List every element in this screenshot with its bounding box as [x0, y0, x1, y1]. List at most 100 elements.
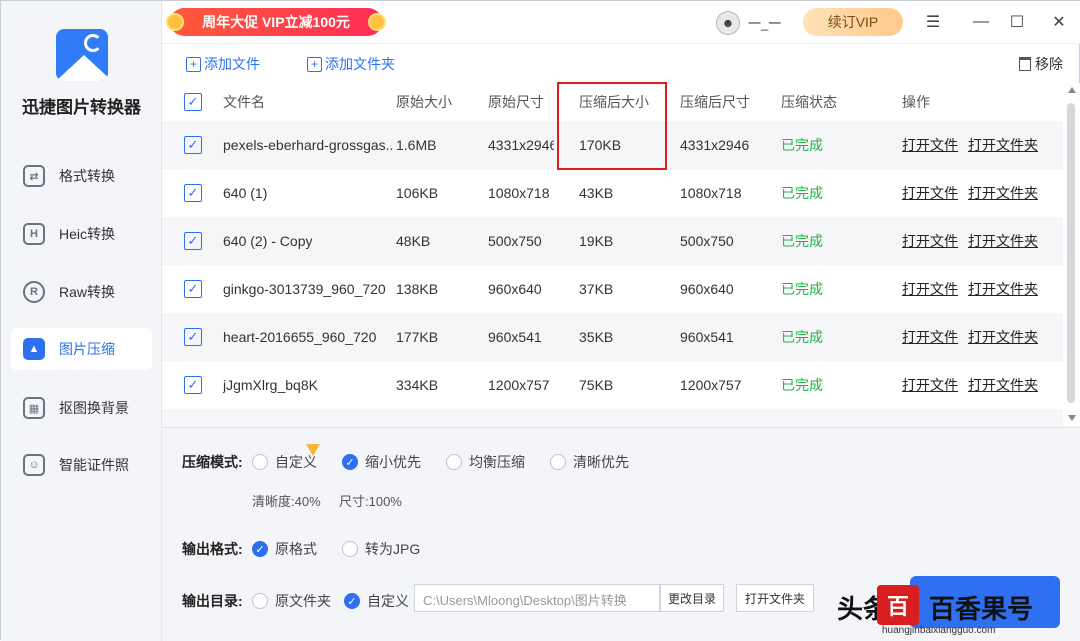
option-label: 原文件夹: [275, 593, 331, 609]
scroll-up-icon[interactable]: [1068, 87, 1076, 93]
new-size: 19KB: [579, 233, 614, 249]
radio-checked-icon: ✓: [342, 454, 358, 470]
mode-option-clarity[interactable]: 清晰优先: [550, 452, 629, 472]
open-file-link[interactable]: 打开文件: [902, 279, 958, 299]
file-name: ginkgo-3013739_960_720: [223, 281, 386, 297]
open-folder-link[interactable]: 打开文件夹: [968, 375, 1038, 395]
size-value: 尺寸:100%: [339, 494, 402, 509]
table-row[interactable]: ✓ ginkgo-3013739_960_720 138KB 960x640 3…: [162, 265, 1063, 313]
open-folder-link[interactable]: 打开文件夹: [968, 183, 1038, 203]
output-path-field[interactable]: C:\Users\Mloong\Desktop\图片转换: [414, 584, 660, 612]
row-checkbox[interactable]: ✓: [184, 280, 202, 298]
open-file-link[interactable]: 打开文件: [902, 183, 958, 203]
add-file-icon: +: [186, 56, 201, 72]
maximize-icon[interactable]: ☐: [1006, 11, 1028, 33]
clarity-value: 清晰度:40%: [252, 494, 321, 509]
change-dir-button[interactable]: 更改目录: [660, 584, 724, 612]
format-convert-icon: ⇄: [23, 165, 45, 187]
sidebar-item-format-convert[interactable]: ⇄ 格式转换: [11, 155, 152, 197]
open-file-link[interactable]: 打开文件: [902, 327, 958, 347]
header-orig-size: 原始大小: [396, 94, 452, 110]
table-row[interactable]: ✓ jJgmXlrg_bq8K 334KB 1200x757 75KB 1200…: [162, 361, 1063, 409]
open-folder-link[interactable]: 打开文件夹: [968, 231, 1038, 251]
open-folder-link[interactable]: 打开文件夹: [968, 279, 1038, 299]
mode-option-custom[interactable]: 自定义: [252, 444, 320, 472]
header-orig-dim: 原始尺寸: [488, 94, 544, 110]
remove-label: 移除: [1035, 56, 1063, 72]
status-badge: 已完成: [781, 137, 823, 153]
promo-banner[interactable]: 周年大促 VIP立减100元: [166, 8, 386, 36]
sidebar-item-image-compress[interactable]: ▲ 图片压缩: [11, 328, 152, 370]
sidebar-item-heic-convert[interactable]: H Heic转换: [11, 213, 152, 255]
output-option-original-folder[interactable]: 原文件夹: [252, 591, 331, 611]
sidebar-item-raw-convert[interactable]: R Raw转换: [11, 271, 152, 313]
option-label: 原格式: [275, 541, 317, 557]
mode-option-balanced[interactable]: 均衡压缩: [446, 452, 525, 472]
username[interactable]: 一_一: [748, 13, 781, 32]
open-folder-link[interactable]: 打开文件夹: [968, 135, 1038, 155]
output-label: 输出目录:: [182, 593, 243, 609]
new-size: 35KB: [579, 329, 614, 345]
radio-checked-icon: ✓: [252, 541, 268, 557]
sidebar-item-cutout[interactable]: ▦ 抠图换背景: [11, 387, 152, 429]
option-label: 缩小优先: [365, 454, 421, 470]
table-row[interactable]: [162, 409, 1063, 427]
minimize-icon[interactable]: —: [970, 11, 992, 33]
row-checkbox[interactable]: ✓: [184, 328, 202, 346]
new-dim: 1080x718: [680, 185, 742, 201]
sidebar-item-label: 格式转换: [59, 168, 115, 184]
radio-icon: [446, 454, 462, 470]
scroll-down-icon[interactable]: [1068, 415, 1076, 421]
format-option-jpg[interactable]: 转为JPG: [342, 539, 420, 559]
sidebar-item-label: 图片压缩: [59, 341, 115, 357]
orig-size: 138KB: [396, 281, 439, 297]
orig-dim: 960x541: [488, 329, 542, 345]
option-label: 清晰优先: [573, 454, 629, 470]
select-all-checkbox[interactable]: ✓: [184, 93, 202, 111]
file-name: heart-2016655_960_720: [223, 329, 377, 345]
add-file-button[interactable]: + 添加文件: [186, 54, 260, 74]
watermark: 头条 百 百香果号 huangjinbaixiangguo.com: [837, 581, 1080, 641]
status-badge: 已完成: [781, 281, 823, 297]
orig-size: 106KB: [396, 185, 439, 201]
open-file-link[interactable]: 打开文件: [902, 135, 958, 155]
new-size: 75KB: [579, 377, 614, 393]
add-folder-button[interactable]: + 添加文件夹: [307, 54, 395, 74]
output-option-custom[interactable]: ✓ 自定义: [344, 591, 409, 611]
table-row[interactable]: ✓ pexels-eberhard-grossgas... 1.6MB 4331…: [162, 121, 1063, 169]
cutout-icon: ▦: [23, 397, 45, 419]
mode-option-shrink[interactable]: ✓ 缩小优先: [342, 452, 421, 472]
file-name: 640 (1): [223, 185, 268, 201]
open-folder-link[interactable]: 打开文件夹: [968, 327, 1038, 347]
open-folder-button[interactable]: 打开文件夹: [736, 584, 814, 612]
orig-size: 1.6MB: [396, 137, 437, 153]
scroll-thumb[interactable]: [1067, 103, 1075, 403]
raw-icon: R: [23, 281, 45, 303]
format-option-original[interactable]: ✓ 原格式: [252, 539, 317, 559]
radio-icon: [342, 541, 358, 557]
close-icon[interactable]: ✕: [1048, 11, 1070, 33]
table-row[interactable]: ✓ heart-2016655_960_720 177KB 960x541 35…: [162, 313, 1063, 361]
row-checkbox[interactable]: ✓: [184, 136, 202, 154]
row-checkbox[interactable]: ✓: [184, 184, 202, 202]
open-file-link[interactable]: 打开文件: [902, 231, 958, 251]
file-name: jJgmXlrg_bq8K: [223, 377, 318, 393]
option-label: 自定义: [367, 593, 409, 609]
row-checkbox[interactable]: ✓: [184, 232, 202, 250]
table-row[interactable]: ✓ 640 (2) - Copy 48KB 500x750 19KB 500x7…: [162, 217, 1063, 265]
row-checkbox[interactable]: ✓: [184, 376, 202, 394]
remove-button[interactable]: 移除: [1019, 54, 1063, 74]
option-label: 均衡压缩: [469, 454, 525, 470]
sidebar-item-label: 抠图换背景: [59, 400, 129, 416]
format-label: 输出格式:: [182, 541, 243, 557]
header-new-size: 压缩后大小: [579, 94, 649, 110]
renew-vip-button[interactable]: 续订VIP: [803, 8, 903, 36]
sidebar-item-id-photo[interactable]: ☺ 智能证件照: [11, 444, 152, 486]
table-row[interactable]: ✓ 640 (1) 106KB 1080x718 43KB 1080x718 已…: [162, 169, 1063, 217]
table-scrollbar[interactable]: [1063, 83, 1080, 427]
open-file-link[interactable]: 打开文件: [902, 375, 958, 395]
file-table: ✓ 文件名 原始大小 原始尺寸 压缩后大小 压缩后尺寸 压缩状态 操作 ✓ pe…: [162, 83, 1063, 427]
avatar[interactable]: ☻: [716, 11, 740, 35]
menu-icon[interactable]: ☰: [922, 11, 944, 33]
header-actions: 操作: [902, 94, 930, 110]
